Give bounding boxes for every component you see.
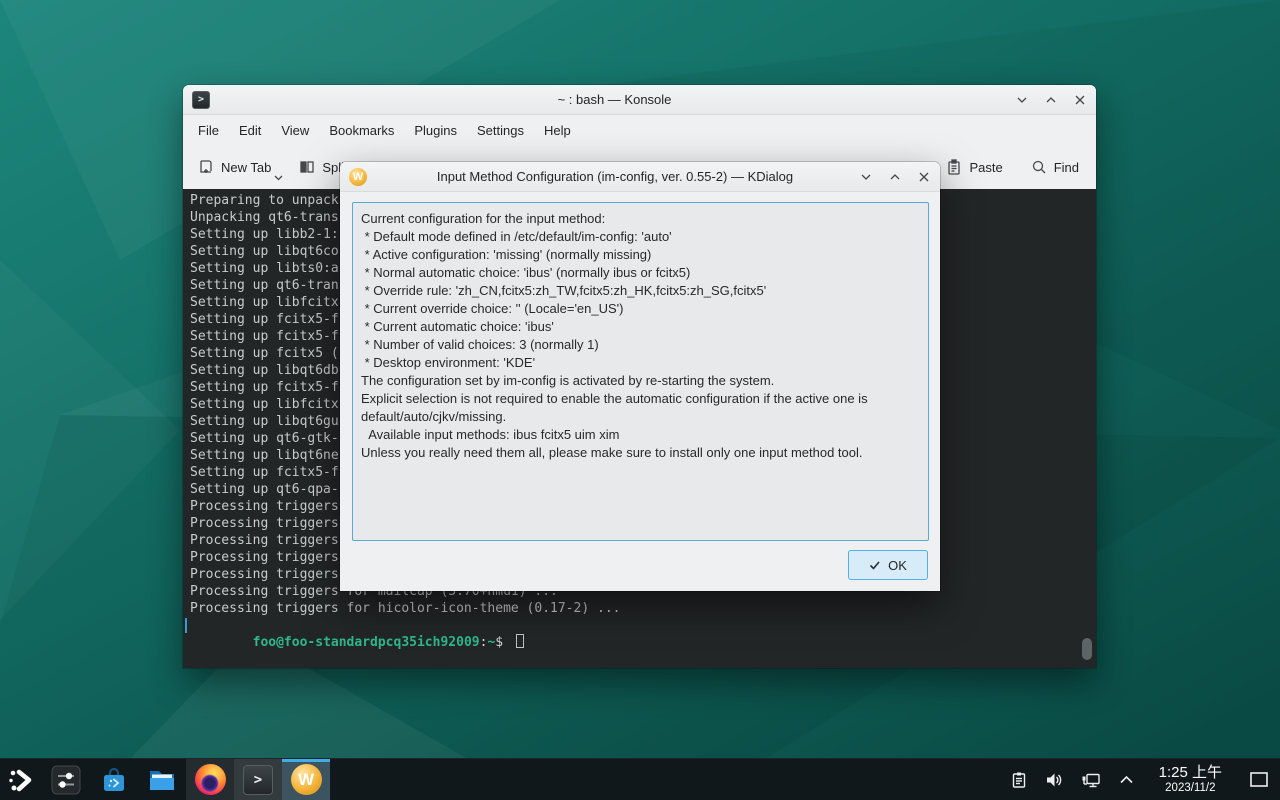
minimize-icon[interactable] [1015,93,1029,107]
check-icon [869,560,881,571]
new-output-indicator [185,618,187,633]
menu-item[interactable]: File [188,119,229,142]
message-line: * Current automatic choice: 'ibus' [361,318,920,336]
menu-item[interactable]: Edit [229,119,271,142]
message-line: * Override rule: 'zh_CN,fcitx5:zh_TW,fci… [361,282,920,300]
scrollbar-thumb[interactable] [1082,638,1092,660]
close-icon[interactable] [1073,93,1087,107]
taskbar-task-konsole[interactable]: > [234,759,282,800]
dolphin-icon[interactable] [138,759,186,800]
new-tab-button[interactable]: New Tab [198,159,271,175]
message-line: * Current override choice: '' (Locale='e… [361,300,920,318]
volume-icon[interactable] [1041,759,1069,800]
show-desktop-icon [1249,771,1269,788]
tray-expand-icon[interactable] [1113,759,1141,800]
konsole-icon: > [243,765,273,795]
clock-date: 2023/11/2 [1159,782,1222,795]
kdialog-titlebar[interactable]: W Input Method Configuration (im-config,… [340,162,940,192]
new-tab-icon [198,159,214,175]
message-line: Current configuration for the input meth… [361,210,920,228]
desktop: > ~ : bash — Konsole FileEditViewBookmar… [0,0,1280,800]
message-line: * Normal automatic choice: 'ibus' (norma… [361,264,920,282]
message-line: * Desktop environment: 'KDE' [361,354,920,372]
menu-item[interactable]: Plugins [404,119,467,142]
im-config-icon: W [349,168,367,186]
im-config-icon: W [291,764,322,795]
new-tab-label: New Tab [221,160,271,175]
message-line: Explicit selection is not required to en… [361,390,920,426]
message-line: * Default mode defined in /etc/default/i… [361,228,920,246]
application-launcher-icon[interactable] [0,759,42,800]
firefox-icon [195,764,226,795]
terminal-prompt: foo@foo-standardpcq35ich92009:~$ [190,617,1096,634]
kdialog-window-title: Input Method Configuration (im-config, v… [380,169,850,184]
menu-item[interactable]: Settings [467,119,534,142]
paste-label: Paste [969,160,1002,175]
clock[interactable]: 1:25 上午 2023/11/2 [1159,764,1222,794]
network-icon[interactable] [1077,759,1105,800]
terminal-line: Processing triggers for hicolor-icon-the… [190,600,1096,617]
minimize-icon[interactable] [859,170,873,184]
maximize-icon[interactable] [888,170,902,184]
taskbar-task-kdialog[interactable]: W [282,759,330,800]
kdialog-body: Current configuration for the input meth… [340,192,940,591]
konsole-window-title: ~ : bash — Konsole [223,92,1006,107]
message-line: Available input methods: ibus fcitx5 uim… [361,426,920,444]
find-button[interactable]: Find [1031,159,1079,175]
message-line: Unless you really need them all, please … [361,444,920,462]
taskbar-task-firefox[interactable] [186,759,234,800]
taskbar: > W [0,758,1280,800]
menu-item[interactable]: View [271,119,319,142]
menu-item[interactable]: Bookmarks [319,119,404,142]
chevron-down-icon [274,175,283,181]
menu-item[interactable]: Help [534,119,581,142]
paste-icon [946,159,962,175]
system-tray: 1:25 上午 2023/11/2 [1005,759,1280,800]
ok-button[interactable]: OK [848,550,928,580]
paste-button[interactable]: Paste [946,159,1002,175]
kdialog-window: W Input Method Configuration (im-config,… [340,162,940,591]
terminal-cursor [516,634,524,648]
message-line: * Active configuration: 'missing' (norma… [361,246,920,264]
search-icon [1031,159,1047,175]
clipboard-icon[interactable] [1005,759,1033,800]
discover-icon[interactable] [90,759,138,800]
ok-label: OK [888,558,907,573]
konsole-titlebar[interactable]: > ~ : bash — Konsole [183,85,1096,115]
split-view-icon [299,159,315,175]
maximize-icon[interactable] [1044,93,1058,107]
message-line: The configuration set by im-config is ac… [361,372,920,390]
konsole-icon: > [192,91,210,109]
message-text-area[interactable]: Current configuration for the input meth… [352,202,929,541]
message-line: * Number of valid choices: 3 (normally 1… [361,336,920,354]
konsole-menubar: FileEditViewBookmarksPluginsSettingsHelp [183,115,1096,145]
prompt-user-host: foo@foo-standardpcq35ich92009 [253,635,480,650]
close-icon[interactable] [917,170,931,184]
clock-time: 1:25 上午 [1159,764,1222,781]
system-settings-icon[interactable] [42,759,90,800]
find-label: Find [1054,160,1079,175]
show-desktop-button[interactable] [1244,759,1274,800]
